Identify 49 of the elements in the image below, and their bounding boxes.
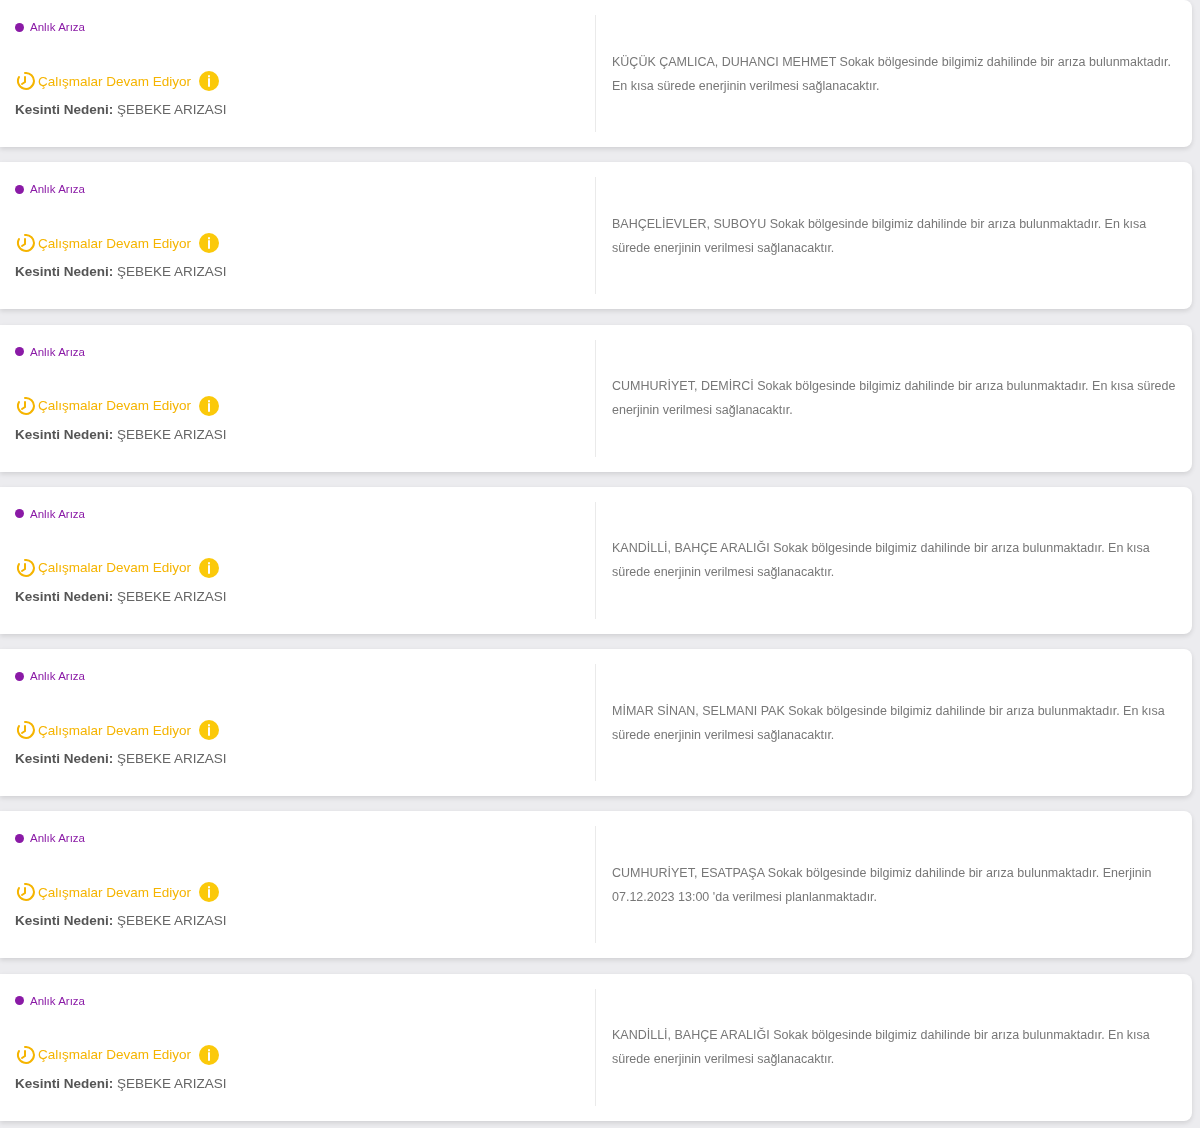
status-dot: [15, 347, 24, 357]
clock-icon: [15, 71, 35, 91]
clock-icon: [15, 395, 35, 416]
outage-type: Anlık Arıza: [30, 21, 85, 33]
clock-icon: [15, 882, 35, 903]
outage-description: KANDİLLİ, BAHÇE ARALIĞI Sokak bölgesinde bilgimiz dahilinde bir arıza bulunmaktadır. En kısa sürede enerjinin verilmesi sağlanacaktır.: [612, 539, 1151, 582]
status-text: Çalışmalar Devam Ediyor: [38, 885, 192, 900]
info-icon[interactable]: [199, 233, 220, 254]
outage-type: Anlık Arıza: [30, 832, 85, 845]
info-icon[interactable]: [199, 557, 220, 578]
outage-type: Anlık Arıza: [30, 183, 85, 196]
status-dot: [15, 509, 24, 519]
status-dot: [15, 184, 24, 194]
info-icon[interactable]: [199, 720, 220, 741]
outage-description: CUMHURİYET, DEMİRCİ Sokak bölgesinde bilgimiz dahilinde bir arıza bulunmaktadır. En kısa sürede enerjinin verilmesi sağlanacaktır.: [612, 378, 1176, 420]
info-icon[interactable]: [199, 71, 220, 91]
info-icon[interactable]: [199, 1044, 220, 1065]
clock-icon: [15, 557, 35, 578]
clock-icon: [15, 233, 35, 254]
outage-description: BAHÇELİEVLER, SUBOYU Sokak bölgesinde bilgimiz dahilinde bir arıza bulunmaktadır. En kısa sürede enerjinin verilmesi sağlanacaktır.: [612, 215, 1148, 257]
outage-type: Anlık Arıza: [30, 507, 85, 520]
clock-icon: [15, 1044, 35, 1065]
status-text: Çalışmalar Devam Ediyor: [38, 722, 192, 738]
status-dot: [15, 671, 24, 681]
outage-description: CUMHURİYET, ESATPAŞA Sokak bölgesinde bilgimiz dahilinde bir arıza bulunmaktadır. Enerjinin 07.12.2023 13:00 'da verilmesi planlanmaktadır.: [612, 865, 1153, 906]
outage-reason: Kesinti Nedeni: ŞEBEKE ARIZASI: [15, 588, 228, 604]
outage-reason: Kesinti Nedeni: ŞEBEKE ARIZASI: [15, 1075, 228, 1091]
status-dot: [15, 834, 24, 843]
outage-type: Anlık Arıza: [30, 994, 85, 1007]
status-text: Çalışmalar Devam Ediyor: [38, 398, 192, 414]
outage-description: KANDİLLİ, BAHÇE ARALIĞI Sokak bölgesinde bilgimiz dahilinde bir arıza bulunmaktadır. En kısa sürede enerjinin verilmesi sağlanacaktır.: [612, 1026, 1151, 1069]
status-dot: [15, 996, 24, 1006]
status-text: Çalışmalar Devam Ediyor: [38, 1047, 192, 1063]
status-text: Çalışmalar Devam Ediyor: [38, 73, 192, 89]
outage-reason: Kesinti Nedeni: ŞEBEKE ARIZASI: [15, 751, 228, 767]
outage-reason: Kesinti Nedeni: ŞEBEKE ARIZASI: [15, 913, 228, 929]
outage-reason: Kesinti Nedeni: ŞEBEKE ARIZASI: [15, 426, 228, 442]
outage-description: KÜÇÜK ÇAMLICA, DUHANCI MEHMET Sokak bölgesinde bilgimiz dahilinde bir arıza bulunmaktadır. En kısa sürede enerjinin verilmesi sağlanacaktır.: [612, 53, 1172, 95]
outage-type: Anlık Arıza: [30, 670, 85, 683]
outage-reason: Kesinti Nedeni: ŞEBEKE ARIZASI: [15, 264, 228, 280]
status-text: Çalışmalar Devam Ediyor: [38, 560, 192, 576]
outage-reason: Kesinti Nedeni: ŞEBEKE ARIZASI: [15, 102, 228, 117]
status-dot: [15, 22, 24, 32]
outage-description: MİMAR SİNAN, SELMANI PAK Sokak bölgesinde bilgimiz dahilinde bir arıza bulunmaktadır. En kısa sürede enerjinin verilmesi sağlanacaktır.: [612, 702, 1166, 744]
info-icon[interactable]: [199, 882, 220, 903]
status-text: Çalışmalar Devam Ediyor: [38, 235, 192, 251]
clock-icon: [15, 720, 35, 741]
outage-type: Anlık Arıza: [30, 345, 85, 358]
info-icon[interactable]: [199, 395, 220, 416]
